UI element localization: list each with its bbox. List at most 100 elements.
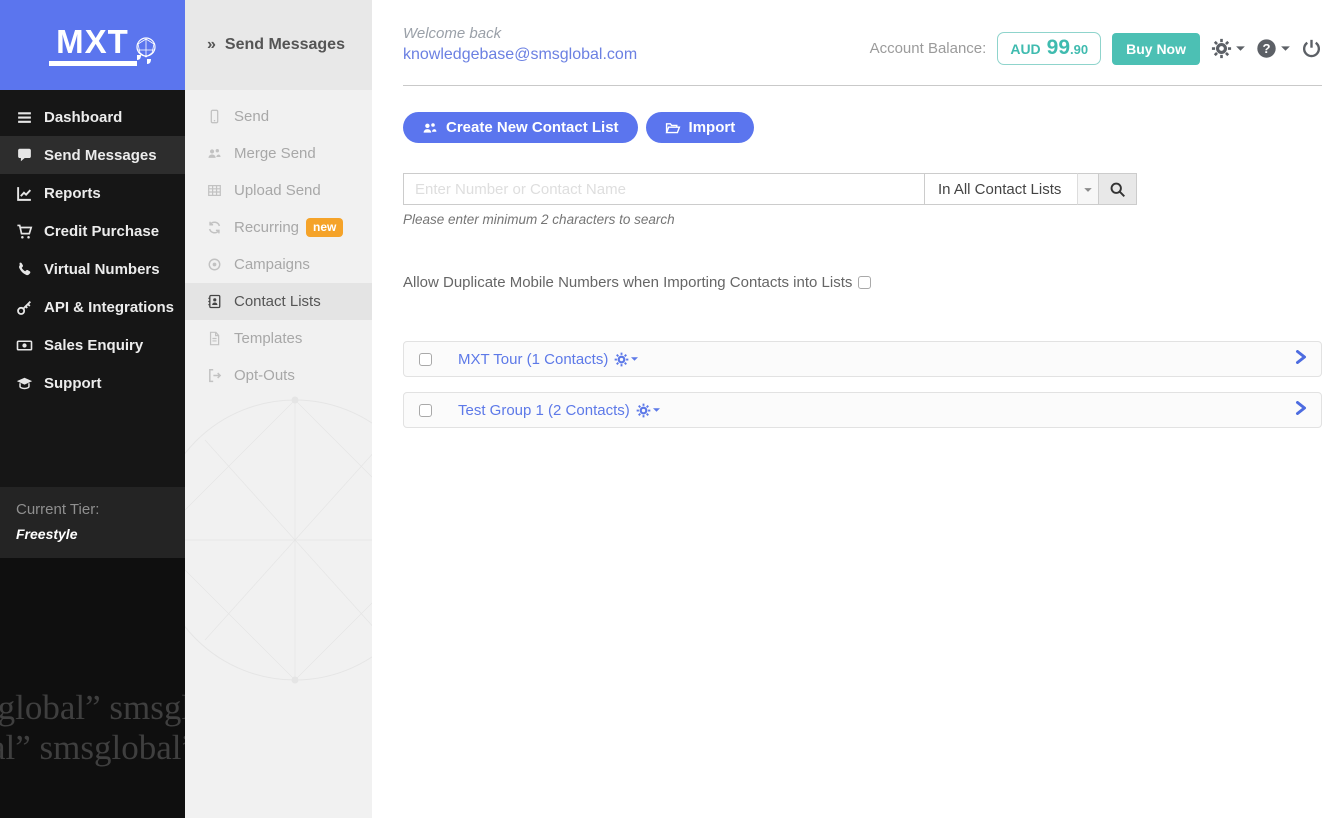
subnav-item-templates[interactable]: Templates — [185, 320, 372, 357]
power-icon — [1301, 38, 1322, 59]
gear-icon — [1211, 38, 1232, 59]
search-icon — [1109, 181, 1126, 198]
sidebar-item-label: API & Integrations — [44, 299, 174, 316]
question-circle-icon: ? — [1256, 38, 1277, 59]
chevron-right-icon[interactable] — [1295, 401, 1307, 420]
allow-duplicates-row: Allow Duplicate Mobile Numbers when Impo… — [403, 274, 1322, 291]
smsglobal-watermark: sglobal” smsglob al” smsglobal” sm — [0, 688, 185, 769]
subnav-item-campaigns[interactable]: Campaigns — [185, 246, 372, 283]
contact-lists: MXT Tour (1 Contacts) Test Group 1 (2 Co… — [403, 341, 1322, 428]
contact-list-link[interactable]: Test Group 1 (2 Contacts) — [458, 402, 660, 419]
settings-menu[interactable] — [1211, 38, 1245, 59]
bars-icon — [16, 109, 33, 126]
users-icon — [422, 120, 438, 136]
sidebar-item-credit-purchase[interactable]: Credit Purchase — [0, 212, 185, 250]
row-checkbox[interactable] — [419, 404, 432, 417]
import-button[interactable]: Import — [646, 112, 755, 143]
sidebar-item-virtual-numbers[interactable]: Virtual Numbers — [0, 250, 185, 288]
list-settings-menu[interactable] — [614, 352, 638, 367]
subnav-item-merge-send[interactable]: Merge Send — [185, 135, 372, 172]
row-checkbox[interactable] — [419, 353, 432, 366]
caret-down-icon — [1084, 180, 1092, 198]
subnav-item-label: Upload Send — [234, 182, 321, 199]
help-menu[interactable]: ? — [1256, 38, 1290, 59]
allow-duplicates-label: Allow Duplicate Mobile Numbers when Impo… — [403, 274, 852, 291]
money-icon — [16, 337, 33, 354]
sidebar-item-reports[interactable]: Reports — [0, 174, 185, 212]
logo[interactable]: MXT — [0, 0, 185, 90]
cart-icon — [16, 223, 33, 240]
subnav-item-opt-outs[interactable]: Opt-Outs — [185, 357, 372, 394]
balance-currency: AUD — [1010, 41, 1040, 57]
contact-list-row[interactable]: MXT Tour (1 Contacts) — [403, 341, 1322, 377]
balance-label: Account Balance: — [870, 40, 987, 57]
sidebar-item-dashboard[interactable]: Dashboard — [0, 98, 185, 136]
subnav-item-label: Recurring — [234, 219, 299, 236]
logo-globe-icon — [125, 35, 159, 74]
account-area: Account Balance: AUD 99.90 Buy Now ? — [870, 32, 1322, 65]
dot-circle-icon — [207, 257, 222, 272]
account-email-link[interactable]: knowledgebase@smsglobal.com — [403, 46, 637, 64]
sidebar-item-label: Support — [44, 375, 102, 392]
svg-text:?: ? — [1262, 41, 1270, 56]
current-tier-panel: Current Tier: Freestyle — [0, 487, 185, 558]
subnav-item-contact-lists[interactable]: Contact Lists — [185, 283, 372, 320]
address-book-icon — [207, 294, 222, 309]
comment-icon — [16, 147, 33, 164]
import-label: Import — [689, 119, 736, 136]
logout-button[interactable] — [1301, 38, 1322, 59]
logo-underline — [49, 61, 137, 66]
balance-amount-minor: .90 — [1070, 42, 1088, 57]
sidebar-item-send-messages[interactable]: Send Messages — [0, 136, 185, 174]
allow-duplicates-checkbox[interactable] — [858, 276, 871, 289]
subnav-item-upload-send[interactable]: Upload Send — [185, 172, 372, 209]
subnav-header: » Send Messages — [185, 0, 372, 90]
subnav-item-label: Merge Send — [234, 145, 316, 162]
search-button[interactable] — [1099, 173, 1137, 205]
sidebar-item-api-integrations[interactable]: API & Integrations — [0, 288, 185, 326]
subnav-title: Send Messages — [225, 36, 345, 54]
sidebar-item-label: Reports — [44, 185, 101, 202]
sidebar-item-label: Credit Purchase — [44, 223, 159, 240]
contact-list-row[interactable]: Test Group 1 (2 Contacts) — [403, 392, 1322, 428]
chevron-right-icon[interactable] — [1295, 350, 1307, 369]
search-input[interactable] — [403, 173, 925, 205]
create-contact-list-button[interactable]: Create New Contact List — [403, 112, 638, 143]
contact-list-link[interactable]: MXT Tour (1 Contacts) — [458, 351, 638, 368]
file-icon — [207, 331, 222, 346]
primary-sidebar: MXT Dashboard Send Messages — [0, 0, 185, 818]
caret-down-icon — [631, 356, 638, 362]
sidebar-bottom: sglobal” smsglob al” smsglobal” sm — [0, 558, 185, 818]
sidebar-item-label: Sales Enquiry — [44, 337, 143, 354]
sidebar-item-sales-enquiry[interactable]: Sales Enquiry — [0, 326, 185, 364]
subnav-item-label: Opt-Outs — [234, 367, 295, 384]
scope-caret-button[interactable] — [1077, 173, 1099, 205]
search-hint: Please enter minimum 2 characters to sea… — [403, 212, 1322, 227]
subnav-item-recurring[interactable]: Recurring new — [185, 209, 372, 246]
chart-line-icon — [16, 185, 33, 202]
users-icon — [207, 146, 222, 161]
mobile-icon — [207, 109, 222, 124]
search-scope-select[interactable]: In All Contact Lists — [925, 173, 1078, 205]
create-contact-list-label: Create New Contact List — [446, 119, 619, 136]
tier-value: Freestyle — [16, 526, 169, 542]
subnav-item-label: Send — [234, 108, 269, 125]
caret-down-icon — [1281, 45, 1290, 52]
list-settings-menu[interactable] — [636, 403, 660, 418]
subnav-item-label: Contact Lists — [234, 293, 321, 310]
contact-search-bar: In All Contact Lists — [403, 173, 1138, 205]
double-chevron-icon: » — [207, 36, 217, 54]
subnav-item-send[interactable]: Send — [185, 98, 372, 135]
logo-text: MXT — [49, 25, 137, 58]
sidebar-item-label: Virtual Numbers — [44, 261, 160, 278]
table-icon — [207, 183, 222, 198]
phone-icon — [16, 261, 33, 278]
contact-list-name: Test Group 1 (2 Contacts) — [458, 402, 630, 419]
welcome-text: Welcome back — [403, 25, 637, 42]
sidebar-item-support[interactable]: Support — [0, 364, 185, 402]
main-content: Welcome back knowledgebase@smsglobal.com… — [372, 0, 1338, 818]
primary-nav: Dashboard Send Messages Reports Credit P… — [0, 90, 185, 402]
buy-now-button[interactable]: Buy Now — [1112, 33, 1200, 65]
balance-amount-major: 99 — [1047, 36, 1070, 59]
subnav-item-label: Templates — [234, 330, 302, 347]
